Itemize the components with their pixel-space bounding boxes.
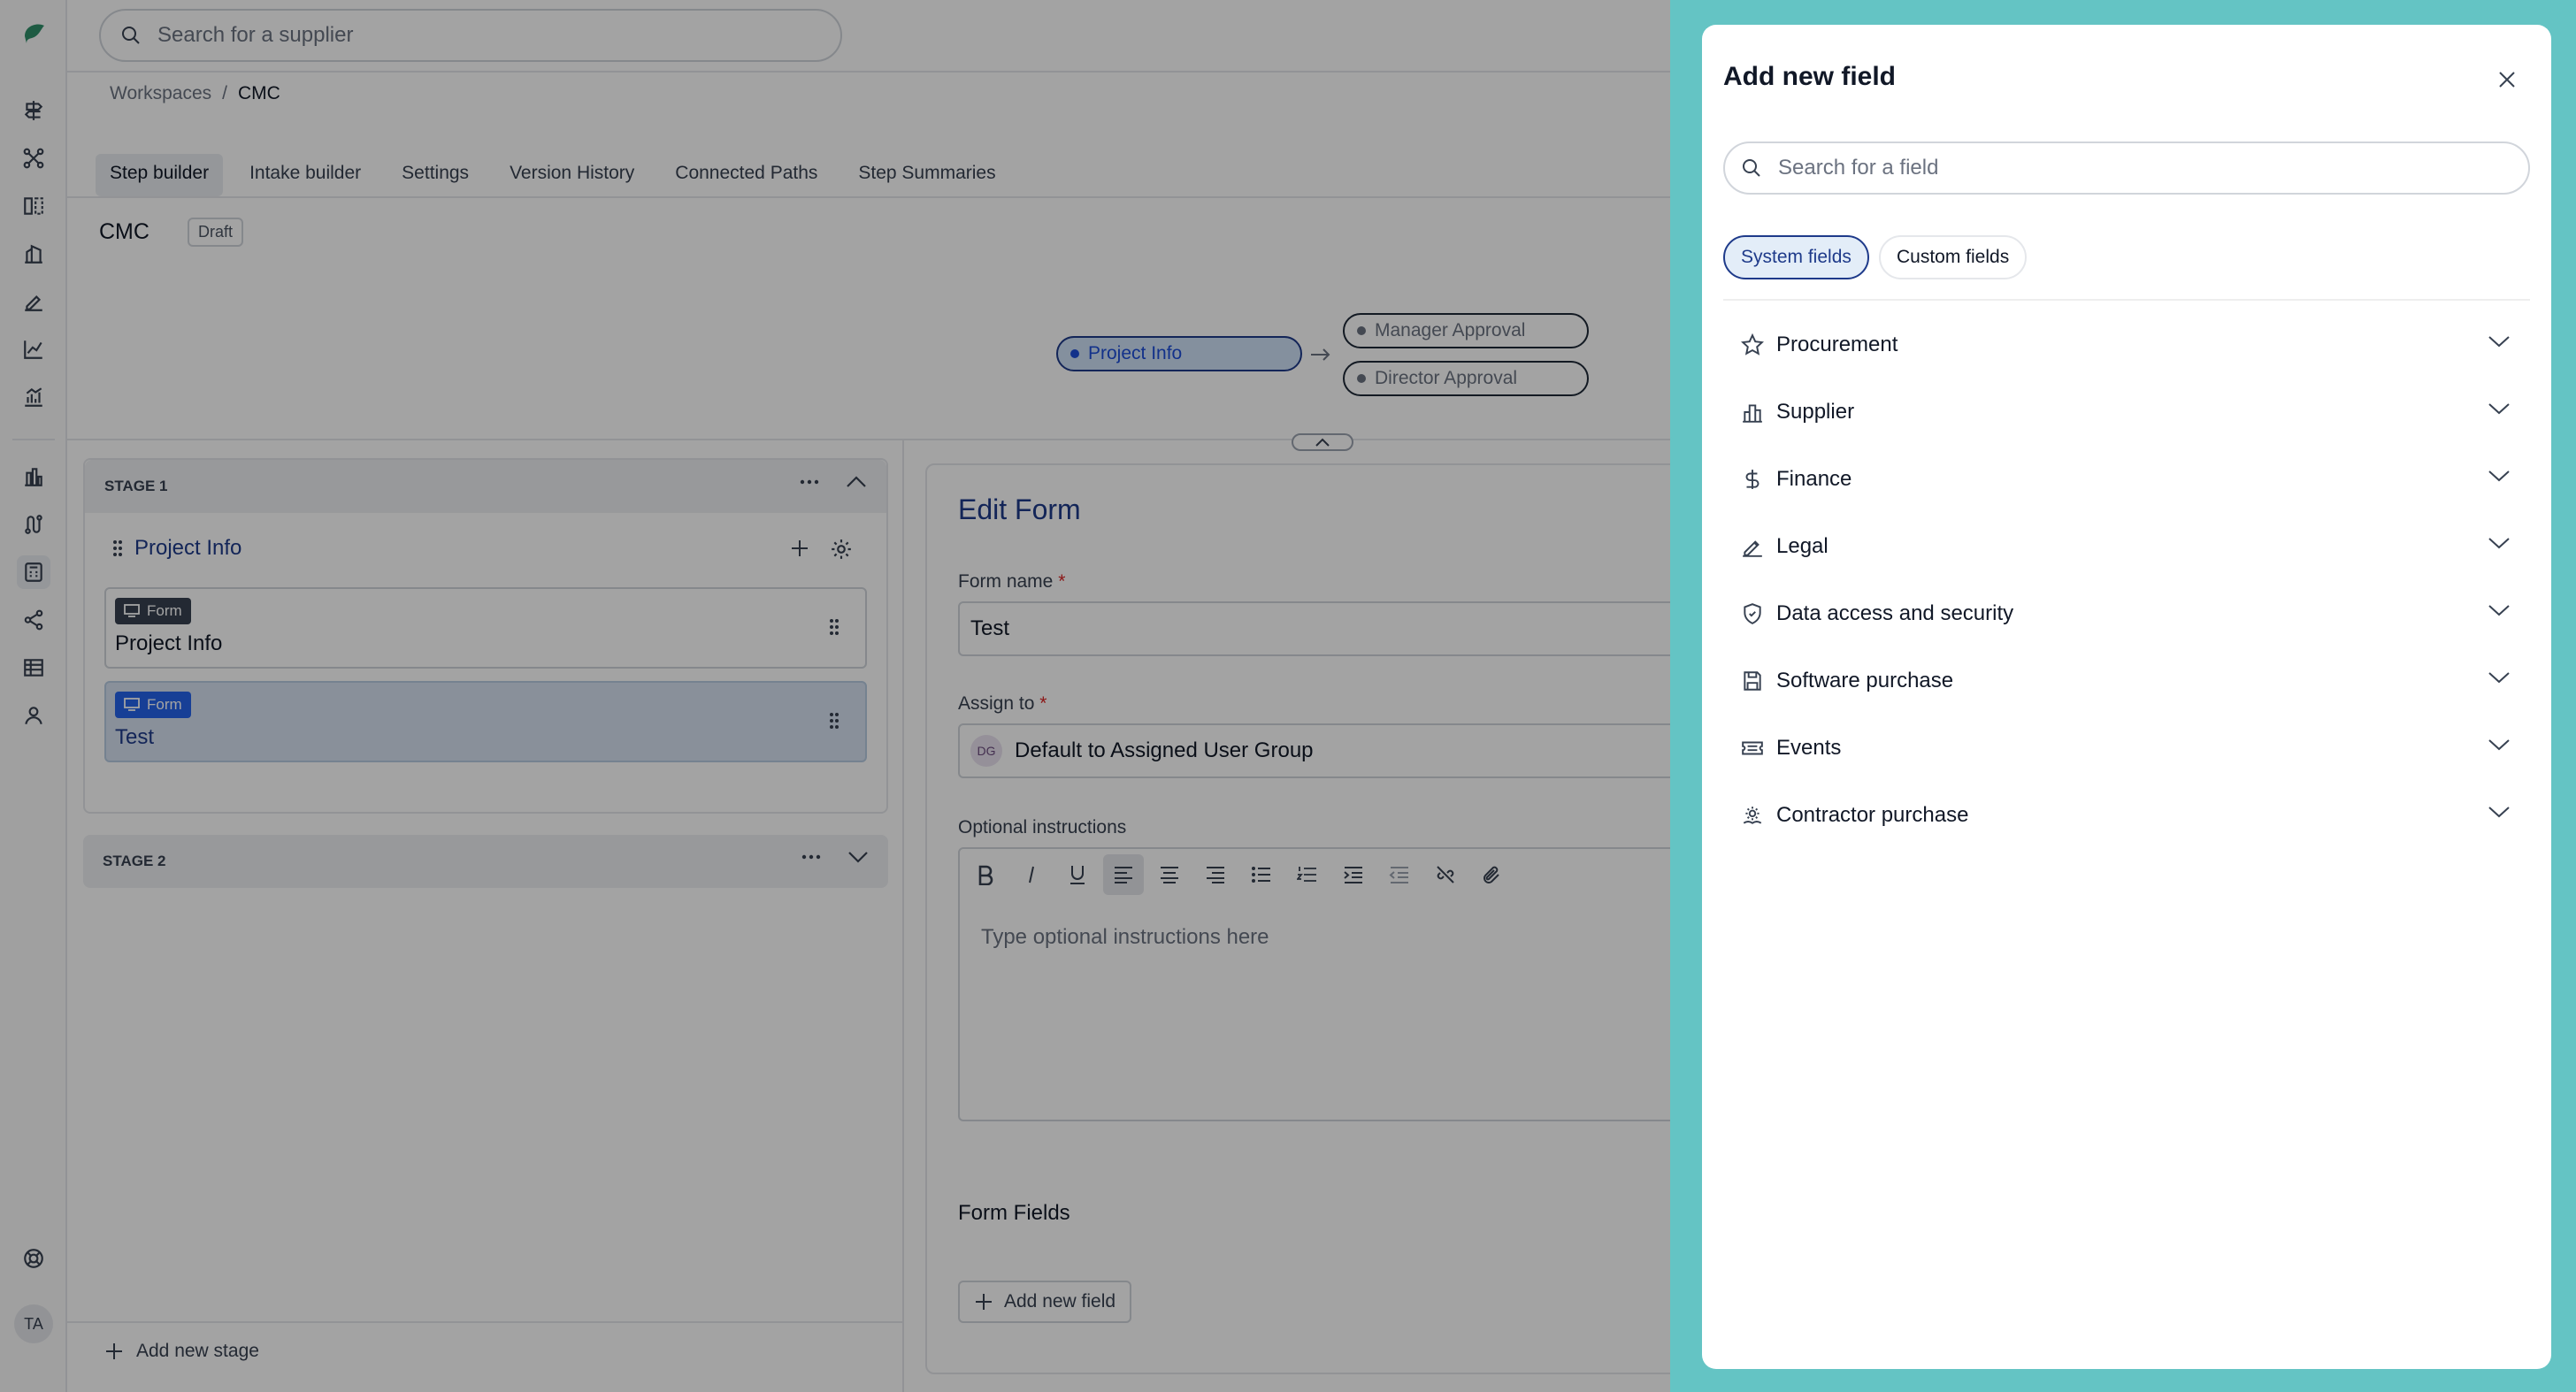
close-button[interactable] <box>2491 64 2523 96</box>
field-search-placeholder: Search for a field <box>1778 156 1939 180</box>
search-icon <box>1743 159 1760 177</box>
category-contractor-purchase[interactable]: Contractor purchase <box>1741 791 2519 840</box>
category-legal[interactable]: Legal <box>1741 522 2519 571</box>
category-label: Supplier <box>1776 400 1855 424</box>
category-label: Contractor purchase <box>1776 803 1969 827</box>
category-label: Events <box>1776 736 1842 760</box>
chevron-down-icon <box>2488 605 2510 616</box>
chip-custom-fields[interactable]: Custom fields <box>1879 235 2028 279</box>
category-label: Data access and security <box>1776 601 2014 625</box>
chevron-down-icon <box>2488 538 2510 549</box>
category-software-purchase[interactable]: Software purchase <box>1741 656 2519 706</box>
gear-hands-icon <box>1743 807 1762 824</box>
chevron-down-icon <box>2488 672 2510 684</box>
category-label: Finance <box>1776 467 1852 491</box>
shield-icon <box>1744 603 1761 624</box>
close-icon <box>2499 72 2515 88</box>
chevron-down-icon <box>2488 470 2510 482</box>
category-procurement[interactable]: Procurement <box>1741 320 2519 370</box>
category-events[interactable]: Events <box>1741 723 2519 773</box>
signature-icon <box>1743 540 1762 557</box>
chevron-down-icon <box>2488 739 2510 751</box>
drawer-divider <box>1723 299 2530 301</box>
chip-system-fields[interactable]: System fields <box>1723 235 1869 279</box>
building-icon <box>1743 404 1762 423</box>
dollar-icon <box>1745 470 1760 489</box>
drawer-title: Add new field <box>1723 62 1896 91</box>
ticket-icon <box>1742 741 1763 755</box>
category-label: Software purchase <box>1776 669 1954 692</box>
field-search-input[interactable]: Search for a field <box>1723 141 2530 195</box>
chevron-down-icon <box>2488 403 2510 415</box>
category-label: Legal <box>1776 534 1828 558</box>
chevron-down-icon <box>2488 336 2510 348</box>
star-icon <box>1741 333 1764 356</box>
category-label: Procurement <box>1776 333 1898 356</box>
category-supplier[interactable]: Supplier <box>1741 387 2519 437</box>
save-disk-icon <box>1744 671 1761 691</box>
category-finance[interactable]: Finance <box>1741 455 2519 504</box>
chevron-down-icon <box>2488 807 2510 818</box>
category-data-access-and-security[interactable]: Data access and security <box>1741 589 2519 639</box>
